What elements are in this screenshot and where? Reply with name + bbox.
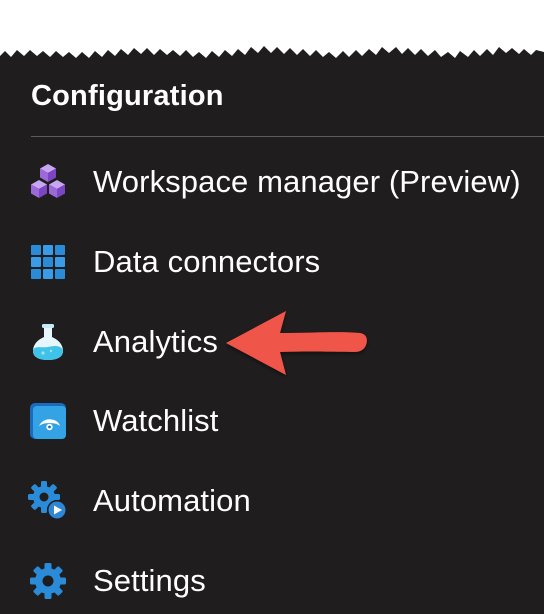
nav-item-label: Data connectors — [93, 244, 321, 279]
flask-icon — [26, 320, 70, 364]
annotation-arrow — [226, 311, 367, 375]
nav-item-automation[interactable]: Automation — [26, 470, 544, 532]
section-title-configuration: Configuration — [31, 80, 224, 112]
nav-item-label: Watchlist — [93, 403, 219, 438]
gear-icon — [26, 559, 70, 603]
grid-icon — [26, 240, 70, 284]
nav-item-settings[interactable]: Settings — [26, 550, 544, 612]
configuration-panel: Configuration Workspace manager (Preview… — [0, 0, 544, 614]
nav-item-data-connectors[interactable]: Data connectors — [26, 231, 544, 293]
section-divider — [31, 136, 544, 137]
nav-item-watchlist[interactable]: Watchlist — [26, 390, 544, 452]
gear-play-icon — [26, 479, 70, 523]
eye-card-icon — [26, 399, 70, 443]
nav-item-label: Workspace manager (Preview) — [93, 164, 521, 199]
nav-item-workspace-manager[interactable]: Workspace manager (Preview) — [26, 151, 544, 213]
cubes-icon — [26, 160, 70, 204]
nav-item-label: Settings — [93, 563, 206, 598]
nav-item-label: Automation — [93, 483, 251, 518]
torn-paper-edge — [0, 0, 544, 58]
nav-item-label: Analytics — [93, 324, 218, 359]
